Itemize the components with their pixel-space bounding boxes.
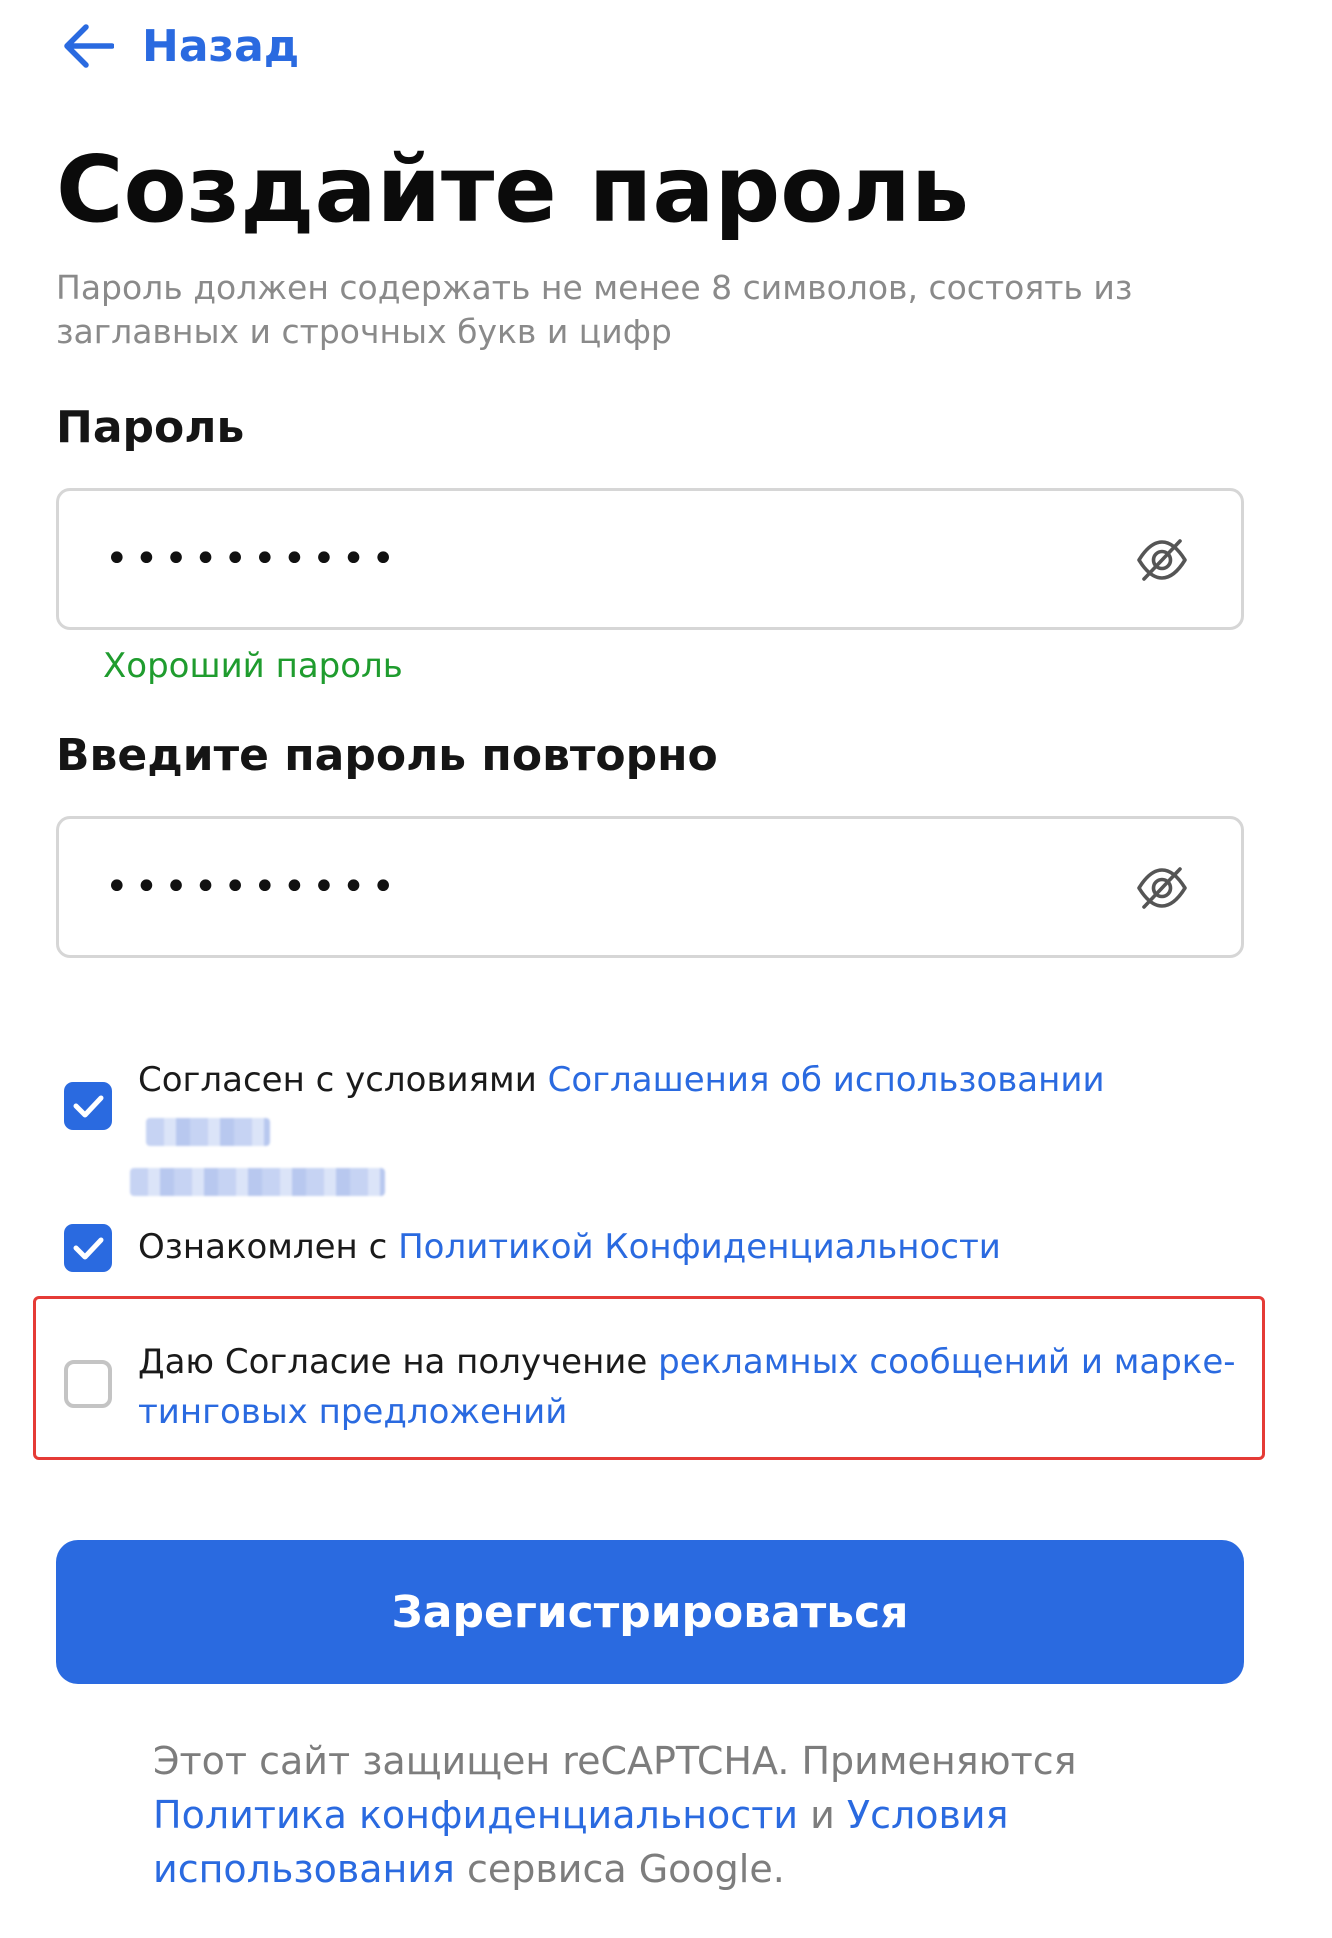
password-field-box xyxy=(56,488,1244,630)
recaptcha-notice-and: и xyxy=(798,1793,847,1837)
arrow-left-icon xyxy=(62,23,114,69)
recaptcha-notice: Этот сайт защищен reCAPTCHA. Применяются… xyxy=(153,1734,1253,1896)
toggle-password-visibility-button[interactable] xyxy=(1135,535,1189,585)
password-label: Пароль xyxy=(56,402,245,453)
privacy-consent-text: Ознакомлен с Политикой Конфиденциальност… xyxy=(138,1222,1238,1272)
redacted-service-name xyxy=(146,1117,270,1146)
recaptcha-notice-suffix: сервиса Google. xyxy=(454,1847,785,1891)
password-requirements-hint: Пароль должен содержать не менее 8 симво… xyxy=(56,268,1133,351)
google-privacy-policy-link[interactable]: Политика конфиденциальности xyxy=(153,1793,798,1837)
back-button[interactable]: Назад xyxy=(62,14,299,78)
marketing-checkbox[interactable] xyxy=(64,1360,112,1408)
register-button[interactable]: Зарегистрироваться xyxy=(56,1540,1244,1684)
terms-of-use-link[interactable]: Соглашения об использовании xyxy=(548,1060,1105,1100)
privacy-consent-label: Ознакомлен с xyxy=(138,1227,399,1267)
marketing-offers-link[interactable]: тинговых предложений xyxy=(138,1392,567,1432)
terms-consent-label: Согласен с условиями xyxy=(138,1060,548,1100)
redacted-service-name-continued xyxy=(130,1167,385,1196)
privacy-checkbox[interactable] xyxy=(64,1224,112,1272)
toggle-password-repeat-visibility-button[interactable] xyxy=(1135,863,1189,913)
marketing-consent-text: Даю Согласие на получение рекламных сооб… xyxy=(138,1337,1238,1437)
eye-slash-icon xyxy=(1135,863,1189,913)
marketing-messages-link[interactable]: рекламных сообщений и марке- xyxy=(658,1342,1235,1382)
terms-consent-text: Согласен с условиями Соглашения об испол… xyxy=(130,1055,1238,1205)
password-input[interactable] xyxy=(105,491,1105,627)
check-icon xyxy=(64,1082,112,1130)
eye-slash-icon xyxy=(1135,535,1189,585)
marketing-consent-label: Даю Согласие на получение xyxy=(138,1342,659,1382)
google-terms-link-continued[interactable]: использования xyxy=(153,1847,455,1891)
terms-checkbox[interactable] xyxy=(64,1082,112,1130)
password-strength-text: Хороший пароль xyxy=(103,646,403,686)
back-label: Назад xyxy=(142,20,300,72)
password-repeat-label: Введите пароль повторно xyxy=(56,730,718,781)
recaptcha-notice-text: Этот сайт защищен reCAPTCHA. Применяются xyxy=(153,1739,1077,1783)
password-repeat-input[interactable] xyxy=(105,819,1105,955)
check-icon xyxy=(64,1224,112,1272)
page-title: Создайте пароль xyxy=(56,136,970,243)
password-repeat-field-box xyxy=(56,816,1244,958)
privacy-policy-link[interactable]: Политикой Конфиденциальности xyxy=(398,1227,1001,1267)
google-terms-link[interactable]: Условия xyxy=(847,1793,1009,1837)
